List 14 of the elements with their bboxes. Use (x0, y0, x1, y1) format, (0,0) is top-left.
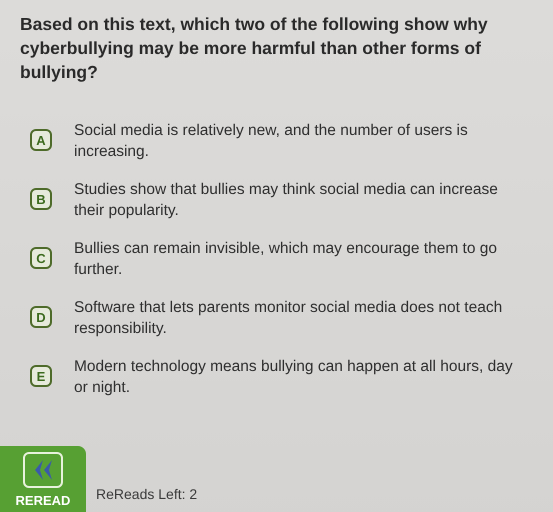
rereads-left-text: ReReads Left: 2 (96, 486, 198, 504)
option-letter-button[interactable]: A (30, 129, 52, 151)
option-letter-button[interactable]: C (30, 247, 52, 269)
option-letter-button[interactable]: D (30, 306, 52, 328)
option-letter-button[interactable]: B (30, 188, 52, 210)
option-letter-button[interactable]: E (30, 365, 52, 387)
question-text: Based on this text, which two of the following show why cyberbullying may be more harmful than other forms of bullying? (19, 13, 489, 84)
option-text: Software that lets parents monitor social media does not teach responsibility. (74, 298, 504, 339)
reread-button[interactable]: REREAD (0, 446, 86, 512)
rewind-icon (23, 452, 63, 488)
option-text: Modern technology means bullying can happen at all hours, day or night. (74, 357, 514, 398)
option-text: Studies show that bullies may think social media can increase their popularity. (74, 180, 499, 221)
option-text: Bullies can remain invisible, which may encourage them to go further. (74, 239, 498, 280)
option-text: Social media is relatively new, and the number of users is increasing. (74, 121, 469, 162)
